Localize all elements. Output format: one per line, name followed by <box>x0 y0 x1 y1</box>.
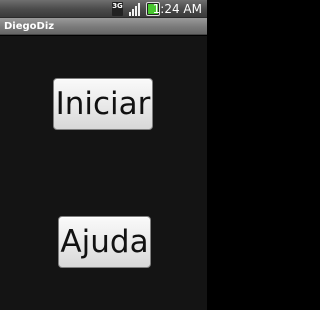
network-label: 3G <box>112 2 123 16</box>
status-clock: 1:24 AM <box>152 2 202 16</box>
status-bar: 3G 1:24 AM <box>0 0 207 18</box>
start-button[interactable]: Iniciar <box>53 78 153 130</box>
signal-icon <box>128 2 142 16</box>
3g-icon: 3G <box>112 2 128 16</box>
help-button[interactable]: Ajuda <box>58 216 151 268</box>
title-bar: DiegoDiz <box>0 18 207 35</box>
main-content: Iniciar Ajuda <box>0 36 207 310</box>
app-title: DiegoDiz <box>4 21 55 32</box>
